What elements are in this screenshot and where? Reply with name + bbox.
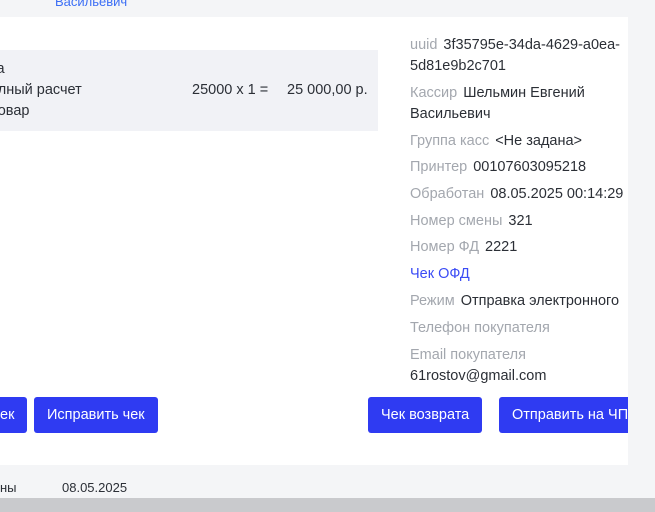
uuid-label: uuid xyxy=(410,37,438,53)
cashier-label: Кассир xyxy=(410,85,458,101)
fd-label: Номер ФД xyxy=(410,239,480,255)
send-button[interactable]: Отправить на ЧП xyxy=(499,397,628,433)
mode-value: Отправка электронного xyxy=(460,293,620,309)
fd-value: 2221 xyxy=(485,239,518,255)
receipt-items-panel: та олный расчет Товар 25000 x 1 = 25 000… xyxy=(0,50,378,131)
footer-label: ны xyxy=(0,480,17,495)
buyer-email-label: Email покупателя xyxy=(410,347,526,363)
printer-value: 00107603095218 xyxy=(473,159,587,175)
processed-label: Обработан xyxy=(410,186,485,202)
cash-group-value: <Не задана> xyxy=(495,133,583,149)
item-subject: Товар xyxy=(0,103,30,119)
cash-group-row: Группа касс <Не задана> xyxy=(410,131,582,151)
cashier-value: Шельмин Евгений xyxy=(463,85,585,101)
item-quantity: 25000 x 1 = xyxy=(192,82,269,98)
receipt-card: та олный расчет Товар 25000 x 1 = 25 000… xyxy=(0,17,628,465)
processed-row: Обработан 08.05.2025 00:14:29 xyxy=(410,184,623,204)
printer-label: Принтер xyxy=(410,159,468,175)
uuid-row: uuid 3f35795e-34da-4629-a0ea- xyxy=(410,35,620,55)
bottom-bar xyxy=(0,498,655,512)
shift-label: Номер смены xyxy=(410,213,503,229)
cashier-value-cont: Васильевич xyxy=(410,106,491,122)
return-receipt-button[interactable]: Чек возврата xyxy=(368,397,483,433)
user-name-fragment[interactable]: Васильевич xyxy=(55,0,127,9)
ofd-receipt-link[interactable]: Чек ОФД xyxy=(410,264,470,284)
cash-group-label: Группа касс xyxy=(410,133,490,149)
uuid-value: 3f35795e-34da-4629-a0ea- xyxy=(443,37,620,53)
mode-label: Режим xyxy=(410,293,455,309)
processed-value: 08.05.2025 00:14:29 xyxy=(490,186,624,202)
buyer-email-value: 61rostov@gmail.com xyxy=(410,368,547,384)
cashier-row: Кассир Шельмин Евгений xyxy=(410,83,585,103)
item-total: 25 000,00 р. xyxy=(287,82,368,98)
uuid-value-cont: 5d81e9b2c701 xyxy=(410,58,506,74)
shift-row: Номер смены 321 xyxy=(410,211,533,231)
footer-date: 08.05.2025 xyxy=(62,480,128,495)
fix-receipt-button[interactable]: Исправить чек xyxy=(34,397,158,433)
printer-row: Принтер 00107603095218 xyxy=(410,157,586,177)
item-line-1: та xyxy=(0,61,5,77)
buyer-phone-label: Телефон покупателя xyxy=(410,320,550,336)
fd-row: Номер ФД 2221 xyxy=(410,237,517,257)
item-payment-method: олный расчет xyxy=(0,82,82,98)
shift-value: 321 xyxy=(508,213,533,229)
mode-row: Режим Отправка электронного xyxy=(410,291,619,311)
receipt-action-button[interactable]: ек xyxy=(0,397,28,433)
